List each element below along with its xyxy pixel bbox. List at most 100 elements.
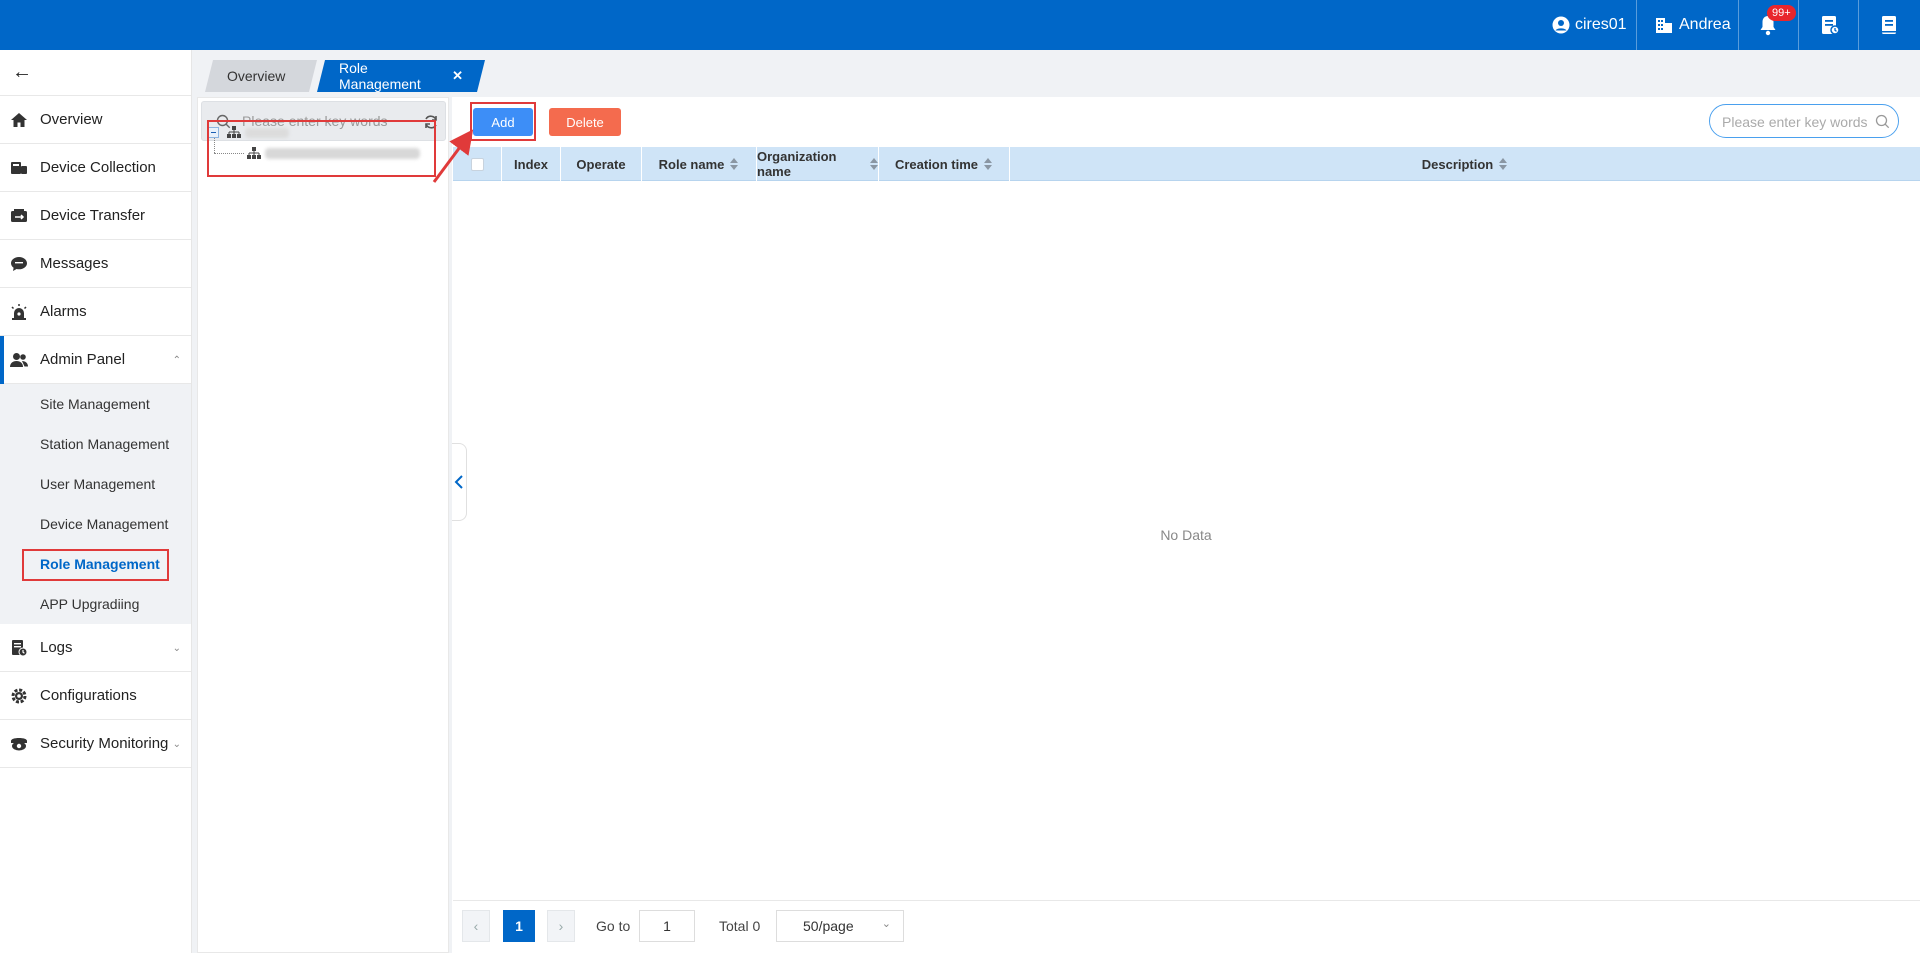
submenu-item-station-management[interactable]: Station Management <box>0 424 191 464</box>
users-icon <box>10 353 28 367</box>
column-index: Index <box>502 147 561 181</box>
sidebar-item-messages[interactable]: Messages <box>0 240 191 288</box>
select-all-checkbox[interactable] <box>470 157 484 171</box>
sidebar-item-label: Overview <box>40 111 103 128</box>
submenu-item-label: Station Management <box>40 436 170 452</box>
report-icon <box>1822 16 1840 35</box>
user-name: cires01 <box>1575 16 1627 33</box>
device-collection-icon <box>11 162 27 174</box>
collapse-tree-handle[interactable] <box>452 443 467 521</box>
page-number-button[interactable]: 1 <box>503 910 535 942</box>
submenu-item-label: Site Management <box>40 396 150 412</box>
device-transfer-icon <box>11 209 27 222</box>
sidebar-item-overview[interactable]: Overview <box>0 96 191 144</box>
sidebar-item-device-collection[interactable]: Device Collection <box>0 144 191 192</box>
sort-icon[interactable] <box>1499 158 1508 170</box>
goto-page-input[interactable]: 1 <box>639 910 695 942</box>
chevron-right-icon: › <box>558 918 564 934</box>
column-label: Organization name <box>757 149 837 179</box>
chevron-down-icon: ⌄ <box>881 918 891 930</box>
camera-icon <box>11 738 27 751</box>
sidebar-item-label: Messages <box>40 255 109 272</box>
admin-panel-submenu: Site Management Station Management User … <box>0 384 191 624</box>
chevron-up-icon: ⌃ <box>172 355 181 366</box>
column-creation-time[interactable]: Creation time <box>879 147 1010 181</box>
select-all-cell <box>453 147 502 181</box>
main-panel: Add Delete Please enter key words Index … <box>452 97 1920 953</box>
tab-role-management[interactable]: Role Management ✕ <box>317 60 485 92</box>
delete-button[interactable]: Delete <box>549 108 621 136</box>
page-size-select[interactable]: 50/page ⌄ <box>776 910 904 942</box>
notification-badge: 99+ <box>1767 5 1796 21</box>
sort-icon[interactable] <box>730 158 739 170</box>
role-search-input[interactable]: Please enter key words <box>1709 104 1899 138</box>
manual-button[interactable] <box>1880 0 1898 50</box>
submenu-item-label: APP Upgradiing <box>40 596 140 612</box>
search-icon[interactable] <box>1875 114 1890 129</box>
report-button[interactable] <box>1820 0 1840 50</box>
collapse-sidebar-button[interactable]: ← <box>0 50 191 96</box>
empty-state-text: No Data <box>1160 527 1212 543</box>
submenu-item-label: Device Management <box>40 516 169 532</box>
next-page-button[interactable]: › <box>547 910 575 942</box>
chevron-down-icon: ⌄ <box>172 739 181 750</box>
organization-tree-panel: Please enter key words <box>197 97 449 953</box>
add-highlight-box <box>470 102 536 141</box>
building-icon <box>1656 18 1672 33</box>
column-label: Role name <box>658 156 725 172</box>
top-bar: cires01 Andrea 99+ <box>0 0 1920 50</box>
sidebar-item-alarms[interactable]: Alarms <box>0 288 191 336</box>
pagination: ‹ 1 › Go to 1 Total 0 50/page ⌄ <box>453 900 1920 953</box>
chevron-left-icon <box>454 475 463 489</box>
submenu-item-app-upgrading[interactable]: APP Upgradiing <box>0 584 191 624</box>
home-icon <box>11 113 27 127</box>
total-count: Total 0 <box>719 918 761 934</box>
tab-label: Role Management <box>339 60 421 92</box>
column-organization-name[interactable]: Organization name <box>757 147 879 181</box>
alarm-icon <box>11 304 27 320</box>
tab-overview[interactable]: Overview <box>205 60 317 92</box>
submenu-item-device-management[interactable]: Device Management <box>0 504 191 544</box>
sidebar-item-label: Configurations <box>40 687 137 704</box>
user-avatar-icon <box>1552 16 1570 34</box>
sidebar-item-logs[interactable]: Logs ⌄ <box>0 624 191 672</box>
submenu-item-label: User Management <box>40 476 156 492</box>
tab-label: Overview <box>227 68 286 84</box>
tree-highlight-box <box>207 120 436 177</box>
user-menu[interactable]: cires01 <box>1552 0 1627 50</box>
table-header: Index Operate Role name Organization nam… <box>453 147 1920 181</box>
column-operate: Operate <box>561 147 642 181</box>
column-label: Creation time <box>894 156 979 172</box>
logs-icon <box>12 640 28 657</box>
role-search-placeholder: Please enter key words <box>1722 114 1868 130</box>
role-management-highlight-box <box>22 549 169 581</box>
chat-icon <box>11 257 27 271</box>
column-label: Operate <box>576 156 626 172</box>
column-role-name[interactable]: Role name <box>642 147 757 181</box>
sort-icon[interactable] <box>984 158 993 170</box>
sidebar-item-configurations[interactable]: Configurations <box>0 672 191 720</box>
sidebar-item-admin-panel[interactable]: Admin Panel ⌃ <box>0 336 191 384</box>
page-size-value: 50/page <box>803 918 854 934</box>
sidebar-item-label: Admin Panel <box>40 351 126 368</box>
sidebar-item-label: Device Collection <box>40 159 156 176</box>
tab-bar: Overview Role Management ✕ <box>197 55 1920 92</box>
column-label: Index <box>514 156 548 172</box>
sidebar-item-security-monitoring[interactable]: Security Monitoring ⌄ <box>0 720 191 768</box>
gear-icon <box>11 688 27 704</box>
sort-icon[interactable] <box>869 158 878 170</box>
sidebar-item-label: Security Monitoring <box>40 735 169 752</box>
goto-label: Go to <box>596 918 631 934</box>
submenu-item-site-management[interactable]: Site Management <box>0 384 191 424</box>
close-tab-icon[interactable]: ✕ <box>452 68 463 84</box>
submenu-item-user-management[interactable]: User Management <box>0 464 191 504</box>
organization-menu[interactable]: Andrea <box>1655 0 1731 50</box>
sidebar-item-label: Device Transfer <box>40 207 146 224</box>
sidebar-item-device-transfer[interactable]: Device Transfer <box>0 192 191 240</box>
arrow-left-icon: ← <box>12 61 32 83</box>
sidebar-item-label: Alarms <box>40 303 87 320</box>
organization-name: Andrea <box>1679 16 1731 33</box>
prev-page-button[interactable]: ‹ <box>462 910 490 942</box>
column-description[interactable]: Description <box>1010 147 1920 181</box>
sidebar: ← Overview Device Collection Device Tran… <box>0 50 192 953</box>
